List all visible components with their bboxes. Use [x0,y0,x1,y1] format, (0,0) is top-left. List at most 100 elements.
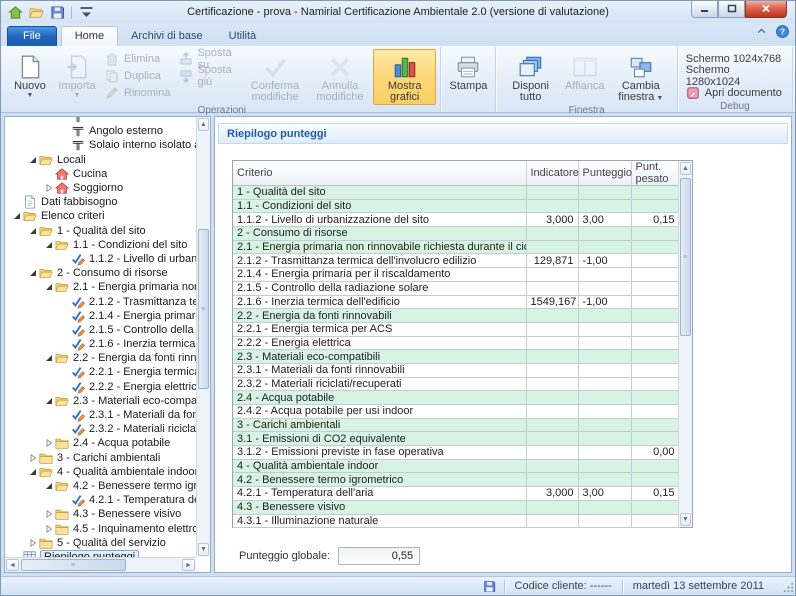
tree-item-1-qualit-del-sito[interactable]: 1 - Qualità del sito [5,224,196,238]
tree-item-4-qualit-ambientale-indoor[interactable]: 4 - Qualità ambientale indoor [5,465,196,479]
tree-item-4-2-benessere-termo-igromet[interactable]: 4.2 - Benessere termo igromet [5,479,196,493]
table-row-2-3-2-materiali-riciclati-recupera[interactable]: 2.3.2 - Materiali riciclati/recuperati [233,377,679,391]
table-row-2-4-acqua-potabile[interactable]: 2.4 - Acqua potabile [233,391,679,405]
tree-item-2-1-5-controllo-della-radia[interactable]: 2.1.5 - Controllo della radia [5,323,196,337]
tree-hscroll-thumb[interactable]: ≡ [21,559,126,571]
duplica-button[interactable]: Duplica [101,68,174,84]
scroll-down-icon[interactable]: ▼ [680,513,691,526]
tree-item-5-qualit-del-servizio[interactable]: 5 - Qualità del servizio [5,536,196,550]
collapse-icon[interactable] [27,269,38,277]
table-row-3-carichi-ambientali[interactable]: 3 - Carichi ambientali [233,418,679,432]
tree-item-elenco-criteri[interactable]: Elenco criteri [5,209,196,223]
tab-home[interactable]: Home [61,26,118,46]
scroll-up-icon[interactable]: ▲ [198,118,209,131]
tree-item-soggiorno[interactable]: Soggiorno [5,181,196,195]
annulla-modifiche-button[interactable]: Annulla modifiche [308,49,372,105]
table-row-2-2-2-energia-elettrica[interactable]: 2.2.2 - Energia elettrica [233,336,679,350]
collapse-icon[interactable] [27,156,38,164]
tab-archivi-di-base[interactable]: Archivi di base [118,27,216,46]
tree-item-2-3-materiali-eco-compatibili[interactable]: 2.3 - Materiali eco-compatibili [5,394,196,408]
table-row-4-3-benessere-visivo[interactable]: 4.3 - Benessere visivo [233,500,679,514]
tree-item-solaio-interno-isolato-all-est[interactable]: Solaio interno isolato all'est [5,138,196,152]
global-score-value[interactable]: 0,55 [338,547,420,565]
expand-icon[interactable] [43,439,54,447]
table-row-2-2-energia-da-fonti-rinnovabili[interactable]: 2.2 - Energia da fonti rinnovabili [233,309,679,323]
table-row-2-4-2-acqua-potabile-per-usi-indoo[interactable]: 2.4.2 - Acqua potabile per usi indoor [233,405,679,419]
table-row-1-1-2-livello-di-urbanizzazione-de[interactable]: 1.1.2 - Livello di urbanizzazione del si… [233,213,679,227]
table-row-4-qualit-ambientale-indoor[interactable]: 4 - Qualità ambientale indoor [233,459,679,473]
window-titlebar[interactable]: Certificazione - prova - Namirial Certif… [1,1,795,23]
schermo-1280x1024-button[interactable]: Schermo 1280x1024 [682,68,788,84]
minimize-button[interactable] [691,1,718,18]
resize-grip[interactable] [780,579,794,593]
tree-item-4-2-1-temperatura-dell-ar[interactable]: 4.2.1 - Temperatura dell'ar [5,493,196,507]
tree-item-dati-fabbisogno[interactable]: Dati fabbisogno [5,195,196,209]
table-row-3-1-2-emissioni-previste-in-fase-o[interactable]: 3.1.2 - Emissioni previste in fase opera… [233,446,679,460]
collapse-icon[interactable] [27,468,38,476]
scroll-left-icon[interactable]: ◄ [6,559,19,571]
table-row-2-1-6-inerzia-termica-dell-edifici[interactable]: 2.1.6 - Inerzia termica dell'edificio154… [233,295,679,309]
tree-item-2-1-2-trasmittanza-termi[interactable]: 2.1.2 - Trasmittanza termi [5,294,196,308]
tree-item-2-3-2-materiali-riciclati-re[interactable]: 2.3.2 - Materiali riciclati/re [5,422,196,436]
table-row-2-3-1-materiali-da-fonti-rinnovabi[interactable]: 2.3.1 - Materiali da fonti rinnovabili [233,363,679,377]
column-header-punteggio[interactable]: Punteggio [578,161,631,186]
expand-icon[interactable] [27,454,38,462]
table-row-2-2-1-energia-termica-per-acs[interactable]: 2.2.1 - Energia termica per ACS [233,322,679,336]
table-row-4-2-benessere-termo-igrometrico[interactable]: 4.2 - Benessere termo igrometrico [233,473,679,487]
tree-item-2-3-1-materiali-da-fonti-ri[interactable]: 2.3.1 - Materiali da fonti ri [5,408,196,422]
table-row-4-3-1-illuminazione-naturale[interactable]: 4.3.1 - Illuminazione naturale [233,514,679,528]
tree-vscroll-thumb[interactable]: ≡ [198,229,209,389]
tree-item-riepilogo-punteggi[interactable]: Riepilogo punteggi [5,550,196,557]
tree-item-2-2-2-energia-elettrica[interactable]: 2.2.2 - Energia elettrica [5,380,196,394]
affianca-button[interactable]: Affianca [562,49,608,105]
tree-item-2-2-1-energia-termica-per[interactable]: 2.2.1 - Energia termica per [5,365,196,379]
collapse-icon[interactable] [43,241,54,249]
table-vertical-scrollbar[interactable]: ▲ ≡ ▼ [678,161,692,527]
tree-item-1-1-condizioni-del-sito[interactable]: 1.1 - Condizioni del sito [5,238,196,252]
ribbon-collapse-icon[interactable] [755,25,768,43]
table-row-1-1-condizioni-del-sito[interactable]: 1.1 - Condizioni del sito [233,199,679,213]
apri-documento-button[interactable]: Apri documento [682,85,788,101]
column-header-indicatore[interactable]: Indicatore [526,161,578,186]
table-row-2-1-4-energia-primaria-per-il-risc[interactable]: 2.1.4 - Energia primaria per il riscalda… [233,268,679,282]
collapse-icon[interactable] [27,227,38,235]
mostra-grafici-button[interactable]: Mostra grafici [373,49,437,105]
tree-item-angolo-esterno[interactable]: Angolo esterno [5,124,196,138]
save-icon[interactable] [48,4,66,21]
open-folder-icon[interactable] [27,4,45,21]
tree-horizontal-scrollbar[interactable]: ◄ ≡ ► [5,557,196,572]
tree-item-2-consumo-di-risorse[interactable]: 2 - Consumo di risorse [5,266,196,280]
help-button[interactable]: ? [776,25,789,43]
collapse-icon[interactable] [11,212,22,220]
home-icon[interactable] [6,4,24,21]
expand-icon[interactable] [43,184,54,192]
tree-item-2-1-6-inerzia-termica-dell[interactable]: 2.1.6 - Inerzia termica dell' [5,337,196,351]
table-row-2-3-materiali-eco-compatibili[interactable]: 2.3 - Materiali eco-compatibili [233,350,679,364]
tree-item-4-5-inquinamento-elettromag[interactable]: 4.5 - Inquinamento elettromag [5,521,196,535]
column-header-punt-pesato[interactable]: Punt. pesato [631,161,679,186]
table-row-2-consumo-di-risorse[interactable]: 2 - Consumo di risorse [233,227,679,241]
close-button[interactable] [745,1,787,18]
column-header-criterio[interactable]: Criterio [233,161,526,186]
table-row-3-1-emissioni-di-co2-equivalente[interactable]: 3.1 - Emissioni di CO2 equivalente [233,432,679,446]
conferma-modifiche-button[interactable]: Conferma modifiche [243,49,307,105]
table-vscroll-thumb[interactable]: ≡ [680,178,691,336]
expand-icon[interactable] [43,525,54,533]
scroll-down-icon[interactable]: ▼ [198,543,209,556]
expand-icon[interactable] [43,510,54,518]
collapse-icon[interactable] [43,354,54,362]
cambia-finestra-button[interactable]: Cambia finestra ▼ [609,49,673,105]
collapse-icon[interactable] [43,397,54,405]
tree-vertical-scrollbar[interactable]: ▲ ≡ ▼ [196,117,210,557]
elimina-button[interactable]: Elimina [101,51,174,67]
nuovo-button[interactable]: Nuovo▼ [7,49,53,105]
scroll-right-icon[interactable]: ► [182,559,195,571]
tree-item-2-1-energia-primaria-non-rinn[interactable]: 2.1 - Energia primaria non rinn [5,280,196,294]
tree-item-item[interactable] [5,117,196,124]
scroll-up-icon[interactable]: ▲ [680,162,691,175]
tree-item-3-carichi-ambientali[interactable]: 3 - Carichi ambientali [5,451,196,465]
collapse-icon[interactable] [43,482,54,490]
tab-file[interactable]: File [7,26,57,46]
table-row-2-1-energia-primaria-non-rinnovabi[interactable]: 2.1 - Energia primaria non rinnovabile r… [233,240,679,254]
tree-item-2-2-energia-da-fonti-rinnovab[interactable]: 2.2 - Energia da fonti rinnovab [5,351,196,365]
